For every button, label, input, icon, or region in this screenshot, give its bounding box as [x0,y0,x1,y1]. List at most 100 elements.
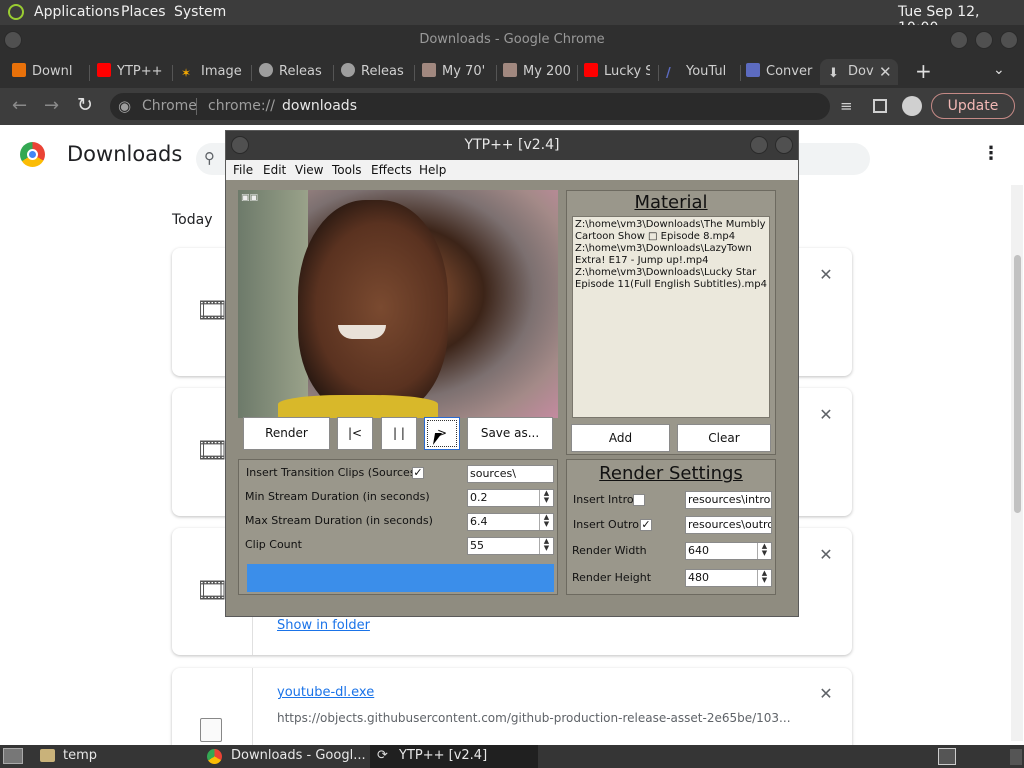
clip-count-stepper[interactable]: 55 ▲ ▼ [467,537,554,555]
scrollbar-thumb[interactable] [1014,255,1021,513]
media-controls-icon[interactable]: ≡ [840,97,853,115]
tab-converter[interactable]: Conver [746,59,814,85]
ytp-window-title: YTP++ [v2.4] [226,131,798,160]
taskbar-item-temp[interactable]: temp [63,748,97,763]
stepper-arrows-icon[interactable]: ▲ ▼ [539,490,553,506]
pause-button[interactable]: | | [381,417,417,450]
tab-my-200[interactable]: My 200 [503,59,571,85]
render-width-stepper[interactable]: 640 ▲ ▼ [685,542,772,560]
stepper-arrows-icon[interactable]: ▲ ▼ [539,514,553,530]
list-item[interactable]: Z:\home\vm3\Downloads\Lucky Star Episode… [575,267,767,291]
system-panel: Applications Places System Tue Sep 12, 1… [0,0,1024,36]
file-exe-icon [200,718,222,742]
render-settings-panel: Render Settings Insert Intro resources\i… [566,459,776,595]
max-stream-label: Max Stream Duration (in seconds) [245,514,433,527]
remove-download-icon[interactable]: ✕ [819,407,833,423]
material-list[interactable]: Z:\home\vm3\Downloads\The Mumbly Cartoon… [572,216,770,418]
star-icon: ✶ [181,66,192,80]
add-button[interactable]: Add [571,424,670,452]
file-name-link[interactable]: youtube-dl.exe [277,685,374,700]
applications-menu[interactable]: Applications [34,4,120,20]
progress-fill [247,564,554,592]
save-as-button[interactable]: Save as... [467,417,553,450]
ytp-window: YTP++ [v2.4] File Edit View Tools Effect… [225,130,799,617]
tab-search-chevron-down-icon[interactable]: ⌄ [993,62,1005,78]
rewind-button[interactable]: |< [337,417,373,450]
stepper-arrows-icon[interactable]: ▲ ▼ [757,543,771,559]
back-arrow-icon[interactable]: ← [12,95,27,116]
video-preview[interactable]: ▣▣ [238,190,558,418]
render-button[interactable]: Render [243,417,330,450]
ytp-menu-view[interactable]: View [295,163,323,177]
tab-downloads-vlc[interactable]: Downl [12,59,82,85]
ytp-menu-edit[interactable]: Edit [263,163,286,177]
ytp-menu-file[interactable]: File [233,163,253,177]
close-icon[interactable] [1000,31,1018,49]
tab-close-icon[interactable]: ✕ [879,63,892,81]
show-desktop-icon[interactable] [3,748,23,764]
intro-path-field[interactable]: resources\intro.m [685,491,772,509]
side-panel-icon[interactable] [873,99,887,113]
clip-count-label: Clip Count [245,538,302,551]
ytp-menu-effects[interactable]: Effects [371,163,412,177]
clear-button[interactable]: Clear [677,424,771,452]
ytp-minimize-icon[interactable] [750,136,768,154]
maximize-icon[interactable] [975,31,993,49]
places-menu[interactable]: Places [121,4,166,20]
forward-arrow-icon[interactable]: → [44,95,59,116]
system-menu[interactable]: System [174,4,226,20]
page-scrollbar[interactable] [1011,185,1023,741]
sources-field[interactable]: sources\ [467,465,554,483]
taskbar-item-downloads[interactable]: Downloads - Googl... [231,748,366,763]
address-prefix: Chrome [142,98,197,114]
tab-imagemagick[interactable]: ✶ImageM [181,59,243,85]
new-tab-icon[interactable]: + [915,59,932,83]
distro-logo-icon[interactable] [8,4,24,20]
github-icon [341,63,355,77]
minimize-icon[interactable] [950,31,968,49]
ytp-menubar: File Edit View Tools Effects Help [226,160,798,180]
list-item[interactable]: Z:\home\vm3\Downloads\The Mumbly Cartoon… [575,219,767,243]
tab-releases-2[interactable]: Releas [341,59,407,85]
channel-logo-icon: ▣▣ [241,193,259,203]
stepper-arrows-icon[interactable]: ▲ ▼ [539,538,553,554]
chrome-logo-icon [20,142,45,167]
tab-my-70s[interactable]: My 70' [422,59,492,85]
ytp-menu-tools[interactable]: Tools [332,163,362,177]
tab-ytp[interactable]: YTP++ [97,59,167,85]
insert-outro-checkbox[interactable]: ✓ [640,519,652,531]
trash-icon[interactable] [1010,749,1022,765]
window-menu-icon[interactable] [4,31,22,49]
ytp-window-menu-icon[interactable] [231,136,249,154]
min-stream-stepper[interactable]: 0.2 ▲ ▼ [467,489,554,507]
play-button[interactable]: > [424,417,460,450]
chrome-window-title: Downloads - Google Chrome [0,25,1024,55]
show-in-folder-link[interactable]: Show in folder [277,618,370,633]
address-scheme: chrome:// [208,98,275,114]
tab-youtube-dl[interactable]: / YouTul [666,59,734,85]
ytp-maximize-icon[interactable] [775,136,793,154]
more-options-icon[interactable]: ⋮ [982,143,1000,164]
address-bar[interactable]: ◉ Chrome chrome:// downloads [110,93,830,120]
reload-icon[interactable]: ↻ [77,94,93,116]
workspace-switcher-icon[interactable] [938,748,956,765]
remove-download-icon[interactable]: ✕ [819,267,833,283]
update-button[interactable]: Update [931,93,1015,119]
max-stream-stepper[interactable]: 6.4 ▲ ▼ [467,513,554,531]
insert-intro-checkbox[interactable] [633,494,645,506]
stepper-arrows-icon[interactable]: ▲ ▼ [757,570,771,586]
list-item[interactable]: Z:\home\vm3\Downloads\LazyTown Extra! E1… [575,243,767,267]
ytp-menu-help[interactable]: Help [419,163,446,177]
taskbar-item-ytp-active[interactable]: ⟳ YTP++ [v2.4] [370,745,538,768]
outro-path-field[interactable]: resources\outro.m [685,516,772,534]
material-heading: Material [634,192,708,213]
tab-releases-1[interactable]: Releas [259,59,325,85]
search-icon: ⚲ [204,149,215,167]
remove-download-icon[interactable]: ✕ [819,547,833,563]
profile-avatar[interactable] [902,96,922,116]
folder-icon [40,749,55,762]
insert-transition-checkbox[interactable]: ✓ [412,467,424,479]
render-height-stepper[interactable]: 480 ▲ ▼ [685,569,772,587]
tab-lucky-star[interactable]: Lucky S [584,59,650,85]
remove-download-icon[interactable]: ✕ [819,686,833,702]
